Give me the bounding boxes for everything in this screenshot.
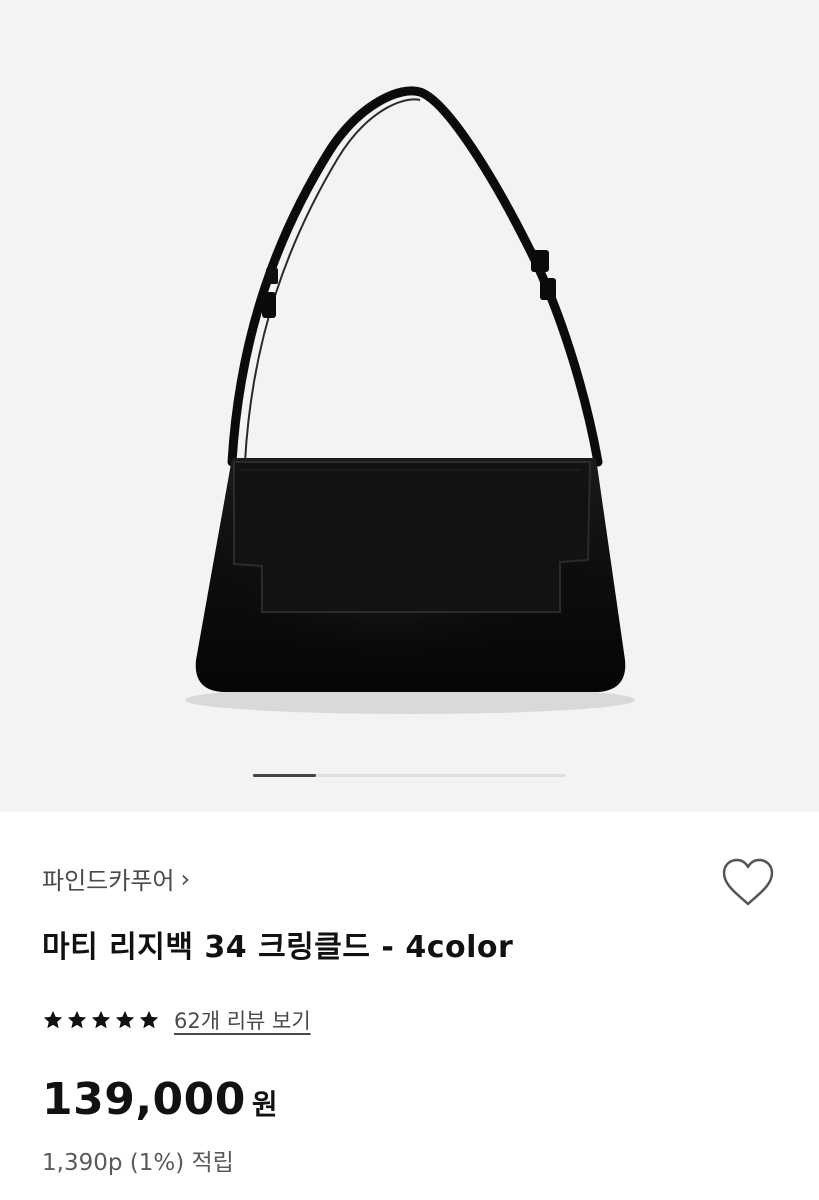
star-icon (43, 1010, 63, 1029)
product-title: 마티 리지백 34 크링클드 - 4color (42, 930, 514, 965)
rating-stars (42, 1009, 160, 1031)
star-icon (115, 1010, 135, 1029)
review-link[interactable]: 62개 리뷰 보기 (174, 1005, 311, 1035)
product-image-gallery[interactable] (0, 0, 819, 812)
heart-outline-icon (722, 858, 774, 906)
price-row: 139,000 원 (42, 1074, 278, 1125)
price-value: 139,000 (42, 1074, 246, 1125)
chevron-right-icon: › (180, 864, 191, 893)
image-pager-track[interactable] (253, 774, 566, 777)
star-icon (67, 1010, 87, 1029)
rating-row: 62개 리뷰 보기 (42, 1005, 311, 1035)
wishlist-button[interactable] (718, 856, 778, 910)
product-info: 파인드카푸어 › 마티 리지백 34 크링클드 - 4color 62개 리뷰 … (0, 812, 819, 1200)
brand-name: 파인드카푸어 (42, 867, 175, 895)
star-icon (91, 1010, 111, 1029)
product-image (185, 86, 635, 714)
reward-points: 1,390p (1%) 적립 (42, 1150, 234, 1176)
price-unit: 원 (251, 1088, 278, 1121)
star-icon (139, 1010, 159, 1029)
image-pager-indicator (253, 774, 316, 777)
brand-link[interactable]: 파인드카푸어 › (42, 861, 190, 896)
